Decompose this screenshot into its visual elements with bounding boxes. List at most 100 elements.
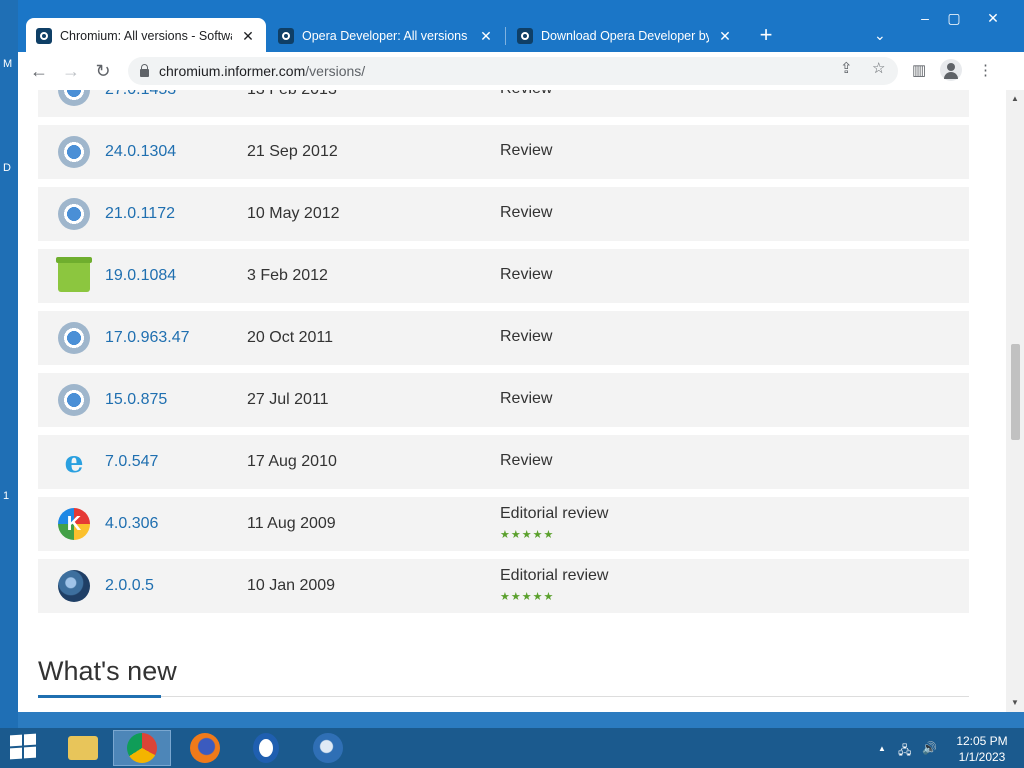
rating-stars: ★★★★★ <box>500 529 555 541</box>
lock-icon[interactable] <box>140 63 149 77</box>
url-text[interactable]: chromium.informer.com/versions/ <box>159 63 365 79</box>
version-row: 24.0.1304 21 Sep 2012 Review <box>38 125 969 179</box>
version-link[interactable]: 2.0.0.5 <box>105 577 154 595</box>
review-link[interactable]: Review <box>500 390 552 408</box>
release-date: 17 Aug 2010 <box>247 453 337 470</box>
release-date: 10 May 2012 <box>247 205 340 222</box>
version-row: 19.0.1084 3 Feb 2012 Review <box>38 249 969 303</box>
desktop-icon-label[interactable]: D <box>3 162 11 174</box>
version-link[interactable]: 19.0.1084 <box>105 267 176 285</box>
globe-icon <box>58 570 90 602</box>
version-link[interactable]: 4.0.306 <box>105 515 158 533</box>
editorial-review-link[interactable]: Editorial review <box>500 567 608 585</box>
version-row: e 7.0.547 17 Aug 2010 Review <box>38 435 969 489</box>
volume-icon[interactable]: 🔊 <box>922 741 937 755</box>
new-tab-button[interactable]: + <box>753 24 779 48</box>
chromium-icon <box>58 198 90 230</box>
version-link[interactable]: 15.0.875 <box>105 391 167 409</box>
scroll-up-arrow-icon[interactable]: ▲ <box>1011 94 1019 103</box>
firefox-icon <box>190 733 220 763</box>
network-icon[interactable]: 🖧 <box>898 741 911 762</box>
tab-opera-developer-versions[interactable]: Opera Developer: All versions - Software… <box>268 18 504 54</box>
close-tab-icon[interactable]: ✕ <box>717 28 733 45</box>
url-path: /versions/ <box>305 63 366 79</box>
review-link[interactable]: Review <box>500 90 552 98</box>
chromium-icon <box>58 136 90 168</box>
review-link[interactable]: Review <box>500 266 552 284</box>
version-link[interactable]: 7.0.547 <box>105 453 158 471</box>
review-link[interactable]: Review <box>500 142 552 160</box>
review-link[interactable]: Review <box>500 328 552 346</box>
side-panel-icon[interactable]: ▥ <box>912 61 926 79</box>
show-hidden-icons-button[interactable]: ▲ <box>878 744 886 753</box>
back-arrow-icon[interactable]: ← <box>28 60 50 82</box>
software-informer-favicon-icon <box>36 28 52 44</box>
tab-download-opera-developer[interactable]: Download Opera Developer by Opera Softwa… <box>507 18 743 54</box>
chromium-icon <box>58 384 90 416</box>
forward-arrow-icon[interactable]: → <box>60 60 82 82</box>
desktop-icon-label[interactable]: 1 <box>3 490 9 502</box>
tab-chromium-versions[interactable]: Chromium: All versions - Software Inform… <box>26 18 266 54</box>
release-date: 27 Jul 2011 <box>247 391 329 408</box>
desktop-icon-label[interactable]: M <box>3 58 12 70</box>
version-link[interactable]: 24.0.1304 <box>105 143 176 161</box>
browser-toolbar: ← → ↻ chromium.informer.com/versions/ ⇪ … <box>18 52 1024 91</box>
taskbar-opera[interactable] <box>237 730 295 766</box>
version-link[interactable]: 17.0.963.47 <box>105 329 190 347</box>
section-divider <box>38 696 969 697</box>
windows-start-icon[interactable] <box>10 733 38 761</box>
release-date: 13 Feb 2013 <box>247 90 337 99</box>
version-row: 17.0.963.47 20 Oct 2011 Review <box>38 311 969 365</box>
tab-label: Download Opera Developer by Opera Softwa… <box>541 29 709 43</box>
review-link[interactable]: Review <box>500 204 552 222</box>
release-date: 21 Sep 2012 <box>247 143 338 160</box>
rating-stars: ★★★★★ <box>500 591 555 603</box>
taskbar-firefox[interactable] <box>176 730 234 766</box>
maximize-button[interactable]: ▢ <box>940 10 968 27</box>
review-link[interactable]: Review <box>500 452 552 470</box>
version-row: 27.0.1453 13 Feb 2013 Review <box>38 90 969 117</box>
version-link[interactable]: 27.0.1453 <box>105 90 176 99</box>
address-bar[interactable]: chromium.informer.com/versions/ <box>128 57 898 85</box>
minimize-button[interactable]: – <box>911 10 939 26</box>
version-row: 2.0.0.5 10 Jan 2009 Editorial review ★★★… <box>38 559 969 613</box>
editorial-review-link[interactable]: Editorial review <box>500 505 608 523</box>
scroll-down-arrow-icon[interactable]: ▼ <box>1011 698 1019 707</box>
chrome-icon <box>127 733 157 763</box>
profile-avatar-icon[interactable] <box>940 59 962 81</box>
taskbar-chrome[interactable] <box>113 730 171 766</box>
scrollbar-thumb[interactable] <box>1011 344 1020 440</box>
tab-strip: Chromium: All versions - Software Inform… <box>18 0 1024 54</box>
bookmark-star-icon[interactable]: ☆ <box>872 59 885 77</box>
clock-date: 1/1/2023 <box>958 750 1006 764</box>
tab-label: Opera Developer: All versions - Software… <box>302 29 470 43</box>
software-informer-favicon-icon <box>517 28 533 44</box>
close-window-button[interactable]: ✕ <box>979 10 1007 27</box>
system-clock[interactable]: 12:05 PM 1/1/2023 <box>950 733 1014 765</box>
chromium-icon <box>58 90 90 106</box>
browser-window: Chromium: All versions - Software Inform… <box>18 0 1024 712</box>
reload-icon[interactable]: ↻ <box>92 60 114 82</box>
menu-kebab-icon[interactable]: ⋮ <box>978 61 993 79</box>
version-row: 15.0.875 27 Jul 2011 Review <box>38 373 969 427</box>
release-date: 11 Aug 2009 <box>247 515 336 532</box>
heading-underline <box>38 695 161 698</box>
version-link[interactable]: 21.0.1172 <box>105 205 175 223</box>
tab-search-icon[interactable]: ⌄ <box>874 27 886 44</box>
tab-label: Chromium: All versions - Software Inform… <box>60 29 232 43</box>
internet-explorer-icon: e <box>64 444 84 480</box>
close-tab-icon[interactable]: ✕ <box>478 28 494 45</box>
close-tab-icon[interactable]: ✕ <box>240 28 256 45</box>
tab-separator <box>505 27 506 45</box>
taskbar-file-explorer[interactable] <box>54 730 112 766</box>
release-date: 10 Jan 2009 <box>247 577 336 594</box>
desktop-background: M D 1 <box>0 0 18 728</box>
k-app-icon: K <box>58 508 90 540</box>
whats-new-heading: What's new <box>38 656 177 686</box>
share-icon[interactable]: ⇪ <box>840 59 853 77</box>
vertical-scrollbar[interactable]: ▲ ▼ <box>1006 90 1024 712</box>
taskbar-thunderbird[interactable] <box>299 730 357 766</box>
recycle-bin-icon <box>56 257 92 292</box>
opera-icon <box>253 733 279 763</box>
version-row: 21.0.1172 10 May 2012 Review <box>38 187 969 241</box>
